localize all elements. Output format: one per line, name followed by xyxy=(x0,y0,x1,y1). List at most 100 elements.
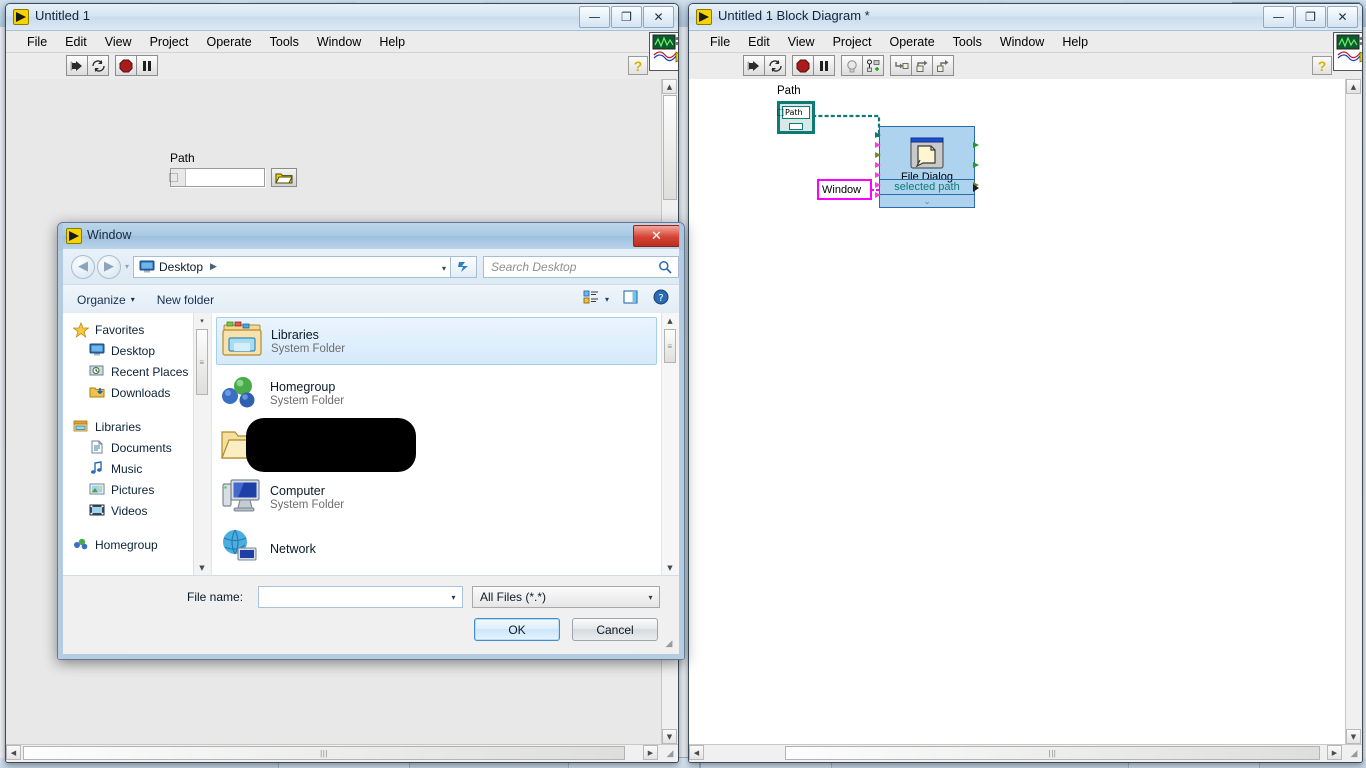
address-bar[interactable]: Desktop ▶ ▾ xyxy=(133,255,451,278)
fp-scroll-left-button[interactable]: ◀ xyxy=(6,745,21,760)
menu-edit[interactable]: Edit xyxy=(739,33,779,51)
sidebar-scroll-down-button[interactable]: ▼ xyxy=(194,560,210,575)
bd-resize-grip[interactable]: ◢ xyxy=(1348,748,1360,760)
front-panel-menu-bar[interactable]: File Edit View Project Operate Tools Win… xyxy=(6,31,678,53)
list-item[interactable]: Homegroup System Folder xyxy=(216,369,657,417)
file-dialog-selected-path-row[interactable]: selected path xyxy=(880,179,974,195)
list-item[interactable] xyxy=(216,418,657,472)
menu-help[interactable]: Help xyxy=(370,33,414,51)
menu-file[interactable]: File xyxy=(18,33,56,51)
file-dialog-window[interactable]: Window ✕ ◀ ▶ ▾ Desktop ▶ ▾ Search Deskto… xyxy=(57,222,685,660)
file-dialog-sidebar[interactable]: Favorites Desktop Recent Places Download… xyxy=(63,313,212,575)
bd-vertical-scrollbar[interactable]: ▲ ▼ xyxy=(1345,79,1362,744)
ok-button[interactable]: OK xyxy=(474,618,560,641)
fp-maximize-button[interactable]: ❐ xyxy=(611,6,642,28)
highlight-execution-button[interactable] xyxy=(841,55,863,76)
organize-button[interactable]: Organize xyxy=(77,293,126,307)
abort-execution-button[interactable] xyxy=(115,55,137,76)
run-button[interactable] xyxy=(743,55,765,76)
sidebar-item-libraries[interactable]: Libraries xyxy=(63,416,211,437)
bd-maximize-button[interactable]: ❐ xyxy=(1295,6,1326,28)
step-into-button[interactable] xyxy=(890,55,912,76)
menu-view[interactable]: View xyxy=(779,33,824,51)
preview-pane-icon[interactable] xyxy=(623,290,639,309)
step-over-button[interactable] xyxy=(911,55,933,76)
sidebar-scrollbar[interactable]: ▾ ≡ ▼ xyxy=(193,313,211,575)
retain-wire-values-button[interactable] xyxy=(862,55,884,76)
sidebar-item-pictures[interactable]: Pictures xyxy=(63,479,211,500)
cancel-button[interactable]: Cancel xyxy=(572,618,658,641)
file-dialog-grow-arrow[interactable]: ⌄ xyxy=(880,196,974,207)
path-control[interactable]: ⃞ xyxy=(170,168,297,187)
refresh-button[interactable] xyxy=(451,255,477,278)
sidebar-item-desktop[interactable]: Desktop xyxy=(63,340,211,361)
file-dialog-title-bar[interactable]: Window ✕ xyxy=(58,223,684,250)
file-type-dropdown-icon[interactable]: ▾ xyxy=(642,587,659,607)
menu-file[interactable]: File xyxy=(701,33,739,51)
file-dialog-toolbar[interactable]: Organize ▾ New folder ▾ ? xyxy=(63,284,679,315)
file-type-combo[interactable]: All Files (*.*) ▾ xyxy=(472,586,660,608)
fp-horizontal-scrollbar[interactable]: ◀ ||| ▶ ◢ xyxy=(6,744,678,762)
block-diagram-window[interactable]: Untitled 1 Block Diagram * — ❐ ✕ File Ed… xyxy=(688,3,1363,763)
sidebar-item-homegroup[interactable]: Homegroup xyxy=(63,534,211,555)
fp-vertical-scroll-thumb[interactable] xyxy=(663,95,677,200)
file-name-input[interactable]: ▾ xyxy=(258,586,463,608)
sidebar-item-downloads[interactable]: Downloads xyxy=(63,382,211,403)
bd-scroll-down-button[interactable]: ▼ xyxy=(1346,729,1361,744)
list-scroll-up-button[interactable]: ▲ xyxy=(662,313,678,328)
run-button[interactable] xyxy=(66,55,88,76)
path-wire[interactable] xyxy=(806,114,881,136)
address-separator-icon[interactable]: ▶ xyxy=(210,262,217,272)
sidebar-scroll-up-button[interactable]: ▾ xyxy=(194,313,210,328)
bd-scroll-left-button[interactable]: ◀ xyxy=(689,745,704,760)
path-input[interactable]: ⃞ xyxy=(170,168,265,187)
list-item[interactable]: Network xyxy=(216,525,657,573)
search-box[interactable]: Search Desktop xyxy=(483,255,679,278)
run-continuously-button[interactable] xyxy=(764,55,786,76)
menu-window[interactable]: Window xyxy=(991,33,1053,51)
fp-scroll-down-button[interactable]: ▼ xyxy=(662,729,677,744)
list-item[interactable]: Libraries System Folder xyxy=(216,317,657,365)
block-diagram-toolbar[interactable]: ? 1 xyxy=(689,32,1362,81)
list-item[interactable]: Computer System Folder xyxy=(216,473,657,521)
menu-project[interactable]: Project xyxy=(824,33,881,51)
fp-help-button[interactable]: ? xyxy=(628,56,648,75)
block-diagram-menu-bar[interactable]: File Edit View Project Operate Tools Win… xyxy=(689,31,1362,53)
sidebar-item-recent-places[interactable]: Recent Places xyxy=(63,361,211,382)
menu-window[interactable]: Window xyxy=(308,33,370,51)
menu-tools[interactable]: Tools xyxy=(261,33,308,51)
change-view-icon[interactable] xyxy=(583,290,599,309)
sidebar-item-favorites[interactable]: Favorites xyxy=(63,319,211,340)
sidebar-item-videos[interactable]: Videos xyxy=(63,500,211,521)
path-browse-button[interactable] xyxy=(271,168,297,187)
bd-close-button[interactable]: ✕ xyxy=(1327,6,1358,28)
fp-resize-grip[interactable]: ◢ xyxy=(664,748,676,760)
front-panel-title-bar[interactable]: Untitled 1 — ❐ ✕ xyxy=(6,4,678,31)
back-button[interactable]: ◀ xyxy=(71,254,95,279)
abort-execution-button[interactable] xyxy=(792,55,814,76)
block-diagram-canvas[interactable]: Path ⃞ Path Window xyxy=(689,79,1362,744)
file-dialog-subvi[interactable]: File Dialog selected path ⌄ xyxy=(875,126,979,208)
file-list-scrollbar[interactable]: ▲ ≡ ▼ xyxy=(661,313,679,575)
file-name-dropdown-icon[interactable]: ▾ xyxy=(445,587,462,607)
pause-button[interactable] xyxy=(813,55,835,76)
new-folder-button[interactable]: New folder xyxy=(157,293,214,307)
bd-help-button[interactable]: ? xyxy=(1312,56,1332,75)
menu-edit[interactable]: Edit xyxy=(56,33,96,51)
menu-view[interactable]: View xyxy=(96,33,141,51)
menu-operate[interactable]: Operate xyxy=(197,33,260,51)
front-panel-toolbar[interactable]: ? 1 xyxy=(6,32,678,81)
vi-icon-pane[interactable]: 1 xyxy=(1333,32,1362,71)
sidebar-item-music[interactable]: Music xyxy=(63,458,211,479)
fp-minimize-button[interactable]: — xyxy=(579,6,610,28)
path-terminal-node[interactable]: ⃞ Path xyxy=(777,101,815,134)
fp-horizontal-scroll-thumb[interactable]: ||| xyxy=(23,746,625,760)
bd-horizontal-scroll-thumb[interactable]: ||| xyxy=(785,746,1320,760)
sidebar-scroll-thumb[interactable]: ≡ xyxy=(196,329,208,395)
block-diagram-title-bar[interactable]: Untitled 1 Block Diagram * — ❐ ✕ xyxy=(689,4,1362,31)
menu-help[interactable]: Help xyxy=(1053,33,1097,51)
help-icon[interactable]: ? xyxy=(653,289,669,310)
file-dialog-resize-grip[interactable]: ◢ xyxy=(663,638,675,650)
menu-tools[interactable]: Tools xyxy=(944,33,991,51)
organize-caret-icon[interactable]: ▾ xyxy=(131,295,135,304)
